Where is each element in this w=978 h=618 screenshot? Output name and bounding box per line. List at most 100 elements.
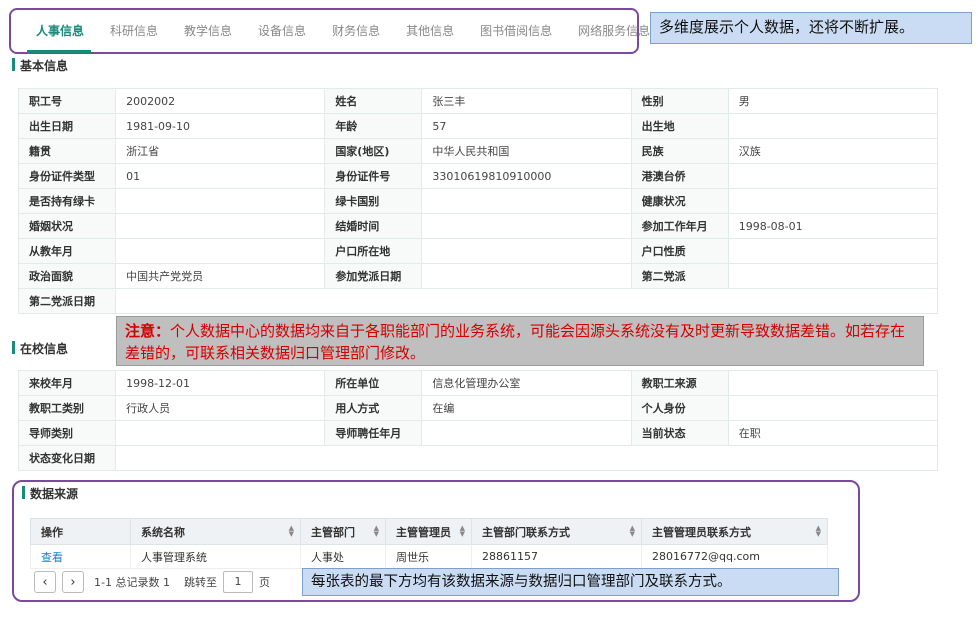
pager-jump-label: 跳转至 <box>183 576 217 589</box>
school-info-label: 来校年月 <box>17 370 117 396</box>
column-header[interactable]: 主管管理员 ▲ ▼ <box>385 518 472 545</box>
column-header[interactable]: 操作 <box>30 518 131 545</box>
basic-info-label: 第二党派日期 <box>17 288 117 314</box>
basic-info-row: 是否持有绿卡 绿卡国别 健康状况 <box>17 188 939 214</box>
notice-prefix: 注意： <box>125 322 171 340</box>
basic-info-row: 政治面貌 中国共产党党员 参加党派日期 第二党派 <box>17 263 939 289</box>
basic-info-label: 户口性质 <box>630 238 729 264</box>
tab-network[interactable]: 网络服务信息 <box>565 22 663 40</box>
table-cell: 人事处 <box>300 544 386 569</box>
tab-finance[interactable]: 财务信息 <box>319 22 393 40</box>
tab-other[interactable]: 其他信息 <box>393 22 467 40</box>
basic-info-value: 57 <box>421 113 632 139</box>
tab-teaching[interactable]: 教学信息 <box>171 22 245 40</box>
basic-info-label: 籍贯 <box>17 138 117 164</box>
basic-info-label: 身份证件类型 <box>17 163 117 189</box>
basic-info-label: 出生日期 <box>17 113 117 139</box>
pager-summary: 1-1 总记录数 1 <box>94 576 170 589</box>
basic-info-value <box>727 263 939 289</box>
tab-research[interactable]: 科研信息 <box>97 22 171 40</box>
basic-info-value: 33010619810910000 <box>421 163 632 189</box>
section-title-basic: 基本信息 <box>12 57 68 74</box>
basic-info-value <box>421 263 632 289</box>
school-info-label: 个人身份 <box>630 395 729 421</box>
sort-icon[interactable]: ▲ ▼ <box>630 525 635 538</box>
basic-info-label: 参加工作年月 <box>630 213 729 239</box>
sort-icon[interactable]: ▲ ▼ <box>816 525 821 538</box>
basic-info-value <box>421 238 632 264</box>
basic-info-label: 结婚时间 <box>324 213 423 239</box>
basic-info-row: 籍贯 浙江省 国家(地区) 中华人民共和国 民族 汉族 <box>17 138 939 164</box>
column-header-label: 主管管理员联系方式 <box>652 525 751 539</box>
basic-info-value <box>115 213 326 239</box>
basic-info-label: 政治面貌 <box>17 263 117 289</box>
basic-info-label: 户口所在地 <box>324 238 423 264</box>
tab-library[interactable]: 图书借阅信息 <box>467 22 565 40</box>
school-info-value <box>115 420 326 446</box>
basic-info-label: 从教年月 <box>17 238 117 264</box>
basic-info-label: 第二党派 <box>630 263 729 289</box>
school-info-value <box>727 370 939 396</box>
column-header-label: 操作 <box>41 525 63 539</box>
sort-icon[interactable]: ▲ ▼ <box>289 525 294 538</box>
column-header[interactable]: 主管部门 ▲ ▼ <box>300 518 386 545</box>
school-info-row: 来校年月 1998-12-01 所在单位 信息化管理办公室 教职工来源 <box>17 370 939 396</box>
basic-info-label: 年龄 <box>324 113 423 139</box>
basic-info-row: 出生日期 1981-09-10 年龄 57 出生地 <box>17 113 939 139</box>
view-link[interactable]: 查看 <box>30 544 131 569</box>
basic-info-row: 婚姻状况 结婚时间 参加工作年月 1998-08-01 <box>17 213 939 239</box>
school-info-label: 状态变化日期 <box>17 445 117 471</box>
table-row: 查看 人事管理系统 人事处 周世乐 28861157 28016772@qq.com <box>30 544 828 569</box>
school-info-value <box>727 395 939 421</box>
section-title-source: 数据来源 <box>22 485 78 502</box>
next-page-button[interactable]: › <box>62 571 84 593</box>
basic-info-value <box>727 113 939 139</box>
sort-icon[interactable]: ▲ ▼ <box>460 525 465 538</box>
column-header[interactable]: 系统名称 ▲ ▼ <box>130 518 301 545</box>
table-cell: 周世乐 <box>385 544 472 569</box>
callout-multidimensional: 多维度展示个人数据，还将不断扩展。 <box>650 12 972 44</box>
basic-info-label: 港澳台侨 <box>630 163 729 189</box>
tab-personnel[interactable]: 人事信息 <box>23 22 97 40</box>
school-info-table: 来校年月 1998-12-01 所在单位 信息化管理办公室 教职工来源 教职工类别 行政人员… <box>17 370 939 471</box>
column-header[interactable]: 主管部门联系方式 ▲ ▼ <box>471 518 642 545</box>
table-cell: 28016772@qq.com <box>641 544 828 569</box>
basic-info-value <box>115 238 326 264</box>
basic-info-row: 职工号 2002002 姓名 张三丰 性别男 <box>17 88 939 114</box>
column-header-label: 主管部门 <box>311 525 355 539</box>
school-info-label: 导师类别 <box>17 420 117 446</box>
tab-equipment[interactable]: 设备信息 <box>245 22 319 40</box>
basic-info-value: 张三丰 <box>421 88 632 114</box>
prev-page-button[interactable]: ‹ <box>34 571 56 593</box>
basic-info-row: 从教年月 户口所在地 户口性质 <box>17 238 939 264</box>
basic-info-value: 中华人民共和国 <box>421 138 632 164</box>
basic-info-label: 绿卡国别 <box>324 188 423 214</box>
column-header-label: 系统名称 <box>141 525 185 539</box>
column-header-label: 主管部门联系方式 <box>482 525 570 539</box>
column-header[interactable]: 主管管理员联系方式 ▲ ▼ <box>641 518 828 545</box>
basic-info-value <box>727 163 939 189</box>
basic-info-label: 健康状况 <box>630 188 729 214</box>
sort-icon[interactable]: ▲ ▼ <box>374 525 379 538</box>
school-info-value: 在编 <box>421 395 632 421</box>
basic-info-value: 男 <box>727 88 939 114</box>
school-info-label: 当前状态 <box>630 420 729 446</box>
school-info-label: 教职工来源 <box>630 370 729 396</box>
school-info-row: 导师类别 导师聘任年月 当前状态 在职 <box>17 420 939 446</box>
basic-info-label: 职工号 <box>17 88 117 114</box>
table-cell: 28861157 <box>471 544 642 569</box>
basic-info-value: 1998-08-01 <box>727 213 939 239</box>
basic-info-value: 2002002 <box>115 88 326 114</box>
basic-info-table: 职工号 2002002 姓名 张三丰 性别男出生日期 1981-09-10 年龄 57 出生地籍… <box>17 88 939 314</box>
basic-info-label: 姓名 <box>324 88 423 114</box>
page-jump-input[interactable]: 1 <box>222 571 253 593</box>
school-info-label: 用人方式 <box>324 395 423 421</box>
column-header-label: 主管管理员 <box>396 525 451 539</box>
notice-text: 个人数据中心的数据均来自于各职能部门的业务系统，可能会因源头系统没有及时更新导致… <box>125 322 906 362</box>
chevron-left-icon: ‹ <box>42 574 48 590</box>
school-info-row: 状态变化日期 <box>17 445 938 471</box>
basic-info-label: 出生地 <box>630 113 729 139</box>
school-info-value: 1998-12-01 <box>115 370 326 396</box>
basic-info-value <box>115 288 938 314</box>
callout-source-info: 每张表的最下方均有该数据来源与数据归口管理部门及联系方式。 <box>302 568 839 596</box>
